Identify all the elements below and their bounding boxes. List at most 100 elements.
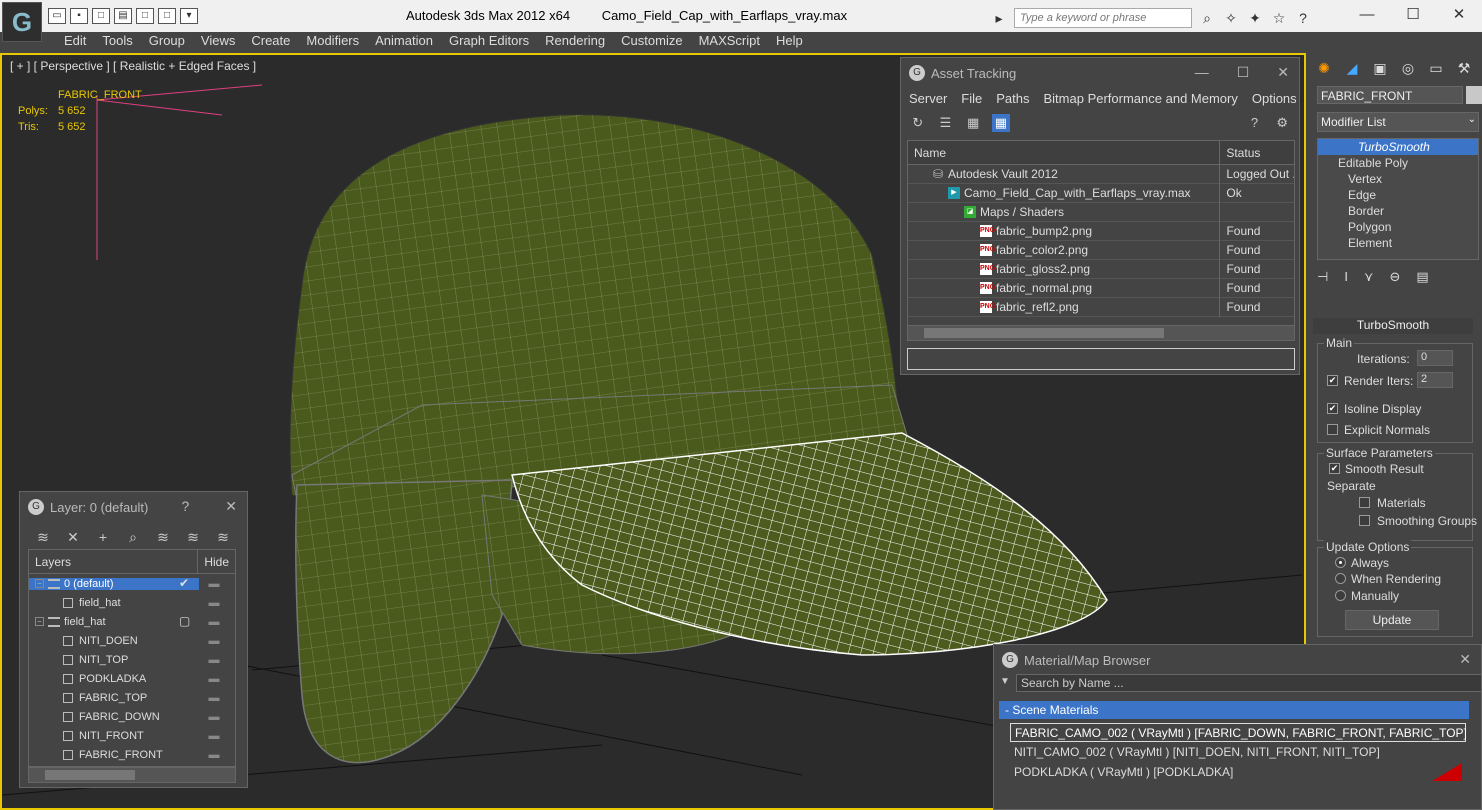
viewport-label[interactable]: [ + ] [ Perspective ] [ Realistic + Edge… (10, 59, 256, 73)
iterations-spinner[interactable]: 0 (1417, 350, 1453, 366)
collapse-icon[interactable]: − (35, 579, 44, 589)
menu-animation[interactable]: Animation (367, 32, 441, 52)
keyword-search-input[interactable]: Type a keyword or phrase (1014, 8, 1192, 28)
hide-toggle[interactable]: ▬ (199, 749, 229, 761)
set-current-layer-icon[interactable]: ▢ (179, 614, 190, 628)
hierarchy-tab-icon[interactable]: ▣ (1369, 57, 1391, 79)
object-color-swatch[interactable] (1466, 86, 1482, 104)
object-row[interactable]: NITI_TOP ▬ (29, 650, 235, 669)
make-unique-icon[interactable]: ⋎ (1364, 269, 1374, 285)
stack-item-turbosmooth[interactable]: TurboSmooth (1318, 139, 1478, 155)
layer-manager-titlebar[interactable]: G Layer: 0 (default) ? ✕ (20, 492, 247, 522)
material-item[interactable]: PODKLADKA ( VRayMtl ) [PODKLADKA] (1010, 763, 1466, 782)
modifier-list-dropdown[interactable]: Modifier List ⌄ (1317, 112, 1479, 132)
close-button[interactable]: ✕ (1436, 0, 1482, 30)
utilities-tab-icon[interactable]: ⚒ (1453, 57, 1475, 79)
configure-sets-icon[interactable]: ▤ (1416, 269, 1428, 285)
horizontal-scrollbar[interactable] (28, 767, 236, 783)
object-row[interactable]: NITI_FRONT ▬ (29, 726, 235, 745)
horizontal-scrollbar[interactable] (907, 325, 1295, 341)
save-file-icon[interactable]: ▪ (70, 8, 88, 24)
menu-help[interactable]: Help (768, 32, 811, 52)
hide-toggle[interactable]: ▬ (199, 597, 229, 609)
object-row[interactable]: FABRIC_DOWN ▬ (29, 707, 235, 726)
hide-toggle[interactable]: ▬ (199, 692, 229, 704)
close-icon[interactable]: ✕ (225, 498, 237, 515)
menu-graph-editors[interactable]: Graph Editors (441, 32, 537, 52)
material-search-input[interactable]: Search by Name ... (1016, 674, 1482, 692)
menu-views[interactable]: Views (193, 32, 243, 52)
menu-customize[interactable]: Customize (613, 32, 690, 52)
table-row[interactable]: ⛁ Autodesk Vault 2012 Logged Out ... (908, 164, 1294, 184)
column-layers[interactable]: Layers (29, 550, 199, 573)
open-file-icon[interactable]: ▭ (48, 8, 66, 24)
satellite-icon[interactable]: ✦ (1246, 9, 1264, 27)
menu-paths[interactable]: Paths (996, 91, 1029, 106)
asset-path-field[interactable] (907, 348, 1295, 370)
layer-row[interactable]: − 0 (default) ✔ ▬ (29, 574, 235, 593)
table-row[interactable]: ◪ Maps / Shaders (908, 202, 1294, 222)
modify-tab-icon[interactable]: ◢ (1341, 57, 1363, 79)
star-icon[interactable]: ☆ (1270, 9, 1288, 27)
update-always-radio[interactable] (1335, 557, 1346, 568)
object-name-field[interactable]: FABRIC_FRONT (1317, 86, 1463, 104)
close-icon[interactable]: ✕ (1277, 64, 1289, 81)
table-row[interactable]: PNGfabric_color2.png Found (908, 240, 1294, 260)
menu-server[interactable]: Server (909, 91, 947, 106)
display-tab-icon[interactable]: ▭ (1425, 57, 1447, 79)
separate-smoothing-groups-checkbox[interactable] (1359, 515, 1370, 526)
column-status[interactable]: Status (1220, 141, 1294, 164)
close-icon[interactable]: ✕ (1459, 651, 1471, 668)
table-row[interactable]: ▶ Camo_Field_Cap_with_Earflaps_vray.max O… (908, 183, 1294, 203)
show-end-result-icon[interactable]: I (1344, 269, 1348, 285)
menu-group[interactable]: Group (141, 32, 193, 52)
thumbnail-view-icon[interactable]: ▦ (964, 114, 982, 132)
table-row[interactable]: PNGfabric_bump2.png Found (908, 221, 1294, 241)
select-layer-icon[interactable]: ≋ (154, 528, 172, 546)
select-objects-icon[interactable]: ⌕ (124, 528, 142, 546)
active-layer-check-icon[interactable]: ✔ (179, 576, 189, 590)
redo-icon[interactable]: □ (158, 8, 176, 24)
hide-toggle[interactable]: ▬ (199, 635, 229, 647)
app-logo-icon[interactable]: G (2, 2, 42, 42)
new-file-icon[interactable]: □ (92, 8, 110, 24)
table-view-icon[interactable]: ▦ (992, 114, 1010, 132)
stack-item-element[interactable]: Element (1318, 235, 1478, 251)
menu-file[interactable]: File (961, 91, 982, 106)
list-view-icon[interactable]: ☰ (937, 114, 955, 132)
stack-item-vertex[interactable]: Vertex (1318, 171, 1478, 187)
update-button[interactable]: Update (1345, 610, 1439, 630)
collapse-icon[interactable]: − (35, 617, 44, 627)
refresh-icon[interactable]: ↻ (909, 114, 927, 132)
add-to-layer-icon[interactable]: + (94, 528, 112, 546)
new-layer-icon[interactable]: ≋ (34, 528, 52, 546)
menu-maxscript[interactable]: MAXScript (691, 32, 768, 52)
object-row[interactable]: FABRIC_FRONT ▬ (29, 745, 235, 764)
freeze-all-icon[interactable]: ≋ (214, 528, 232, 546)
table-row[interactable]: PNGfabric_refl2.png Found (908, 297, 1294, 317)
update-when-rendering-radio[interactable] (1335, 573, 1346, 584)
table-row[interactable]: PNGfabric_gloss2.png Found (908, 259, 1294, 279)
help-icon[interactable]: ? (1246, 114, 1264, 132)
maximize-button[interactable]: ☐ (1390, 0, 1436, 30)
smooth-result-checkbox[interactable]: ✔ (1329, 463, 1340, 474)
object-row[interactable]: PODKLADKA ▬ (29, 669, 235, 688)
material-item[interactable]: NITI_CAMO_002 ( VRayMtl ) [NITI_DOEN, NI… (1010, 743, 1466, 762)
help-icon[interactable]: ? (1294, 9, 1312, 27)
menu-create[interactable]: Create (243, 32, 298, 52)
material-browser-titlebar[interactable]: G Material/Map Browser ✕ (994, 645, 1481, 675)
render-iters-checkbox[interactable]: ✔ (1327, 375, 1338, 386)
quick-access-dropdown-icon[interactable]: ▾ (180, 8, 198, 24)
render-iters-spinner[interactable]: 2 (1417, 372, 1453, 388)
material-item[interactable]: FABRIC_CAMO_002 ( VRayMtl ) [FABRIC_DOWN… (1010, 723, 1467, 742)
menu-rendering[interactable]: Rendering (537, 32, 613, 52)
update-manually-radio[interactable] (1335, 590, 1346, 601)
table-row[interactable]: PNGfabric_normal.png Found (908, 278, 1294, 298)
asset-tracking-titlebar[interactable]: G Asset Tracking — ☐ ✕ (901, 58, 1299, 88)
remove-modifier-icon[interactable]: ⊖ (1389, 269, 1400, 285)
menu-options[interactable]: Options (1252, 91, 1297, 106)
hide-all-icon[interactable]: ≋ (184, 528, 202, 546)
maximize-icon[interactable]: ☐ (1237, 64, 1250, 81)
options-dropdown-icon[interactable]: ▼ (1000, 676, 1010, 687)
scene-materials-section[interactable]: - Scene Materials (999, 701, 1469, 719)
